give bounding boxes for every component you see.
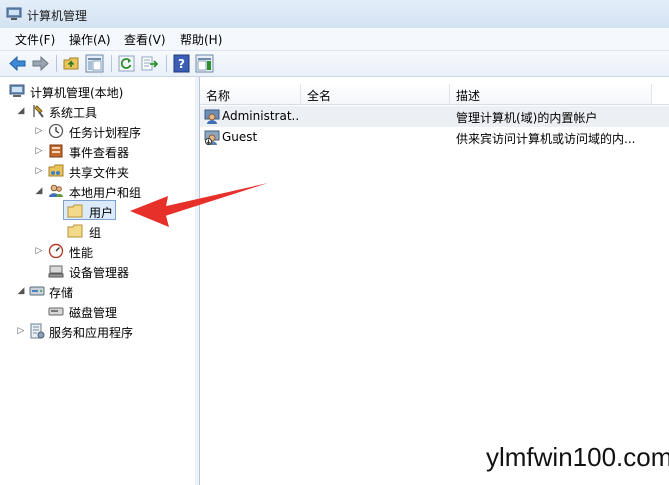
- tree-node-local-users-groups[interactable]: ◢ 本地用户和组: [0, 181, 195, 201]
- disk-management-icon: [48, 307, 64, 316]
- folder-icon: [67, 224, 83, 238]
- tree-label: 服务和应用程序: [49, 326, 134, 340]
- help-icon[interactable]: ?: [172, 54, 191, 73]
- tree-node-computer-management[interactable]: 计算机管理(本地): [0, 81, 195, 101]
- users-group-icon: [49, 184, 63, 197]
- expand-arrow-icon[interactable]: ▷: [16, 321, 26, 341]
- services-icon: [30, 323, 45, 339]
- collapse-arrow-icon[interactable]: ◢: [34, 181, 44, 201]
- column-header-fullname[interactable]: 全名: [301, 84, 450, 105]
- user-name-cell: Administrat...: [222, 109, 300, 123]
- window-title: 计算机管理: [27, 9, 88, 23]
- toolbar-separator: [166, 55, 167, 72]
- back-arrow-icon[interactable]: [8, 54, 27, 73]
- tree-node-disk-management[interactable]: 磁盘管理: [0, 301, 195, 321]
- tree-label: 磁盘管理: [69, 306, 118, 320]
- forward-arrow-icon[interactable]: [31, 54, 50, 73]
- collapse-arrow-icon[interactable]: ◢: [16, 281, 26, 301]
- tree-label: 设备管理器: [69, 266, 130, 280]
- tree-node-users[interactable]: 用户: [0, 201, 195, 221]
- list-item[interactable]: Administrat... 管理计算机(域)的内置帐户: [200, 106, 669, 127]
- menu-bar: 文件(F) 操作(A) 查看(V) 帮助(H): [0, 28, 669, 51]
- tree-node-storage[interactable]: ◢ 存储: [0, 281, 195, 301]
- folder-icon: [67, 204, 83, 218]
- svg-text:?: ?: [178, 57, 185, 71]
- list-item[interactable]: Guest 供来宾访问计算机或访问域的内...: [200, 127, 669, 148]
- menu-help[interactable]: 帮助(H): [180, 31, 222, 48]
- action-pane-icon[interactable]: [195, 54, 214, 73]
- toolbar-separator: [111, 55, 112, 72]
- clock-icon: [48, 123, 64, 139]
- tree-node-event-viewer[interactable]: ▷ 事件查看器: [0, 141, 195, 161]
- computer-management-icon: [6, 7, 22, 20]
- menu-view[interactable]: 查看(V): [124, 31, 166, 48]
- computer-management-icon: [9, 84, 25, 97]
- refresh-icon[interactable]: [117, 54, 136, 73]
- show-hide-tree-icon[interactable]: [85, 54, 104, 73]
- user-description-cell: 管理计算机(域)的内置帐户: [456, 111, 598, 125]
- toolbar: ?: [0, 51, 669, 77]
- column-header-description[interactable]: 描述: [450, 84, 652, 105]
- tree-node-performance[interactable]: ▷ 性能: [0, 241, 195, 261]
- column-header-label: 描述: [456, 89, 481, 103]
- expand-arrow-icon[interactable]: ▷: [34, 121, 44, 141]
- disabled-user-icon: [204, 130, 220, 145]
- tree-label: 计算机管理(本地): [30, 86, 124, 100]
- title-bar: 计算机管理: [0, 0, 669, 29]
- toolbar-separator: [56, 55, 57, 72]
- watermark: ylmfwin100.com: [486, 442, 669, 472]
- user-description-cell: 供来宾访问计算机或访问域的内...: [456, 132, 636, 146]
- up-folder-icon[interactable]: [62, 54, 81, 73]
- tree-label: 事件查看器: [69, 146, 130, 160]
- header-divider: [200, 104, 669, 105]
- expand-arrow-icon[interactable]: ▷: [34, 141, 44, 161]
- tools-icon: [33, 105, 44, 118]
- tree-node-shared-folders[interactable]: ▷ 共享文件夹: [0, 161, 195, 181]
- export-list-icon[interactable]: [140, 54, 159, 73]
- tree-node-task-scheduler[interactable]: ▷ 任务计划程序: [0, 121, 195, 141]
- collapse-arrow-icon[interactable]: ◢: [16, 101, 26, 121]
- storage-icon: [29, 286, 45, 296]
- performance-icon: [48, 243, 64, 259]
- tree-label: 存储: [49, 286, 74, 300]
- menu-file[interactable]: 文件(F): [15, 31, 55, 48]
- column-header-label: 名称: [206, 89, 231, 103]
- user-account-icon: [204, 109, 220, 124]
- column-header-name[interactable]: 名称: [200, 84, 301, 105]
- tree-label: 组: [89, 226, 102, 240]
- tree-label: 用户: [89, 206, 114, 220]
- tree-node-services-apps[interactable]: ▷ 服务和应用程序: [0, 321, 195, 341]
- tree-label: 共享文件夹: [69, 166, 130, 180]
- column-header-label: 全名: [307, 89, 332, 103]
- tree-label: 本地用户和组: [69, 186, 142, 200]
- tree-node-system-tools[interactable]: ◢ 系统工具: [0, 101, 195, 121]
- expand-arrow-icon[interactable]: ▷: [34, 241, 44, 261]
- menu-action[interactable]: 操作(A): [69, 31, 111, 48]
- expand-arrow-icon[interactable]: ▷: [34, 161, 44, 181]
- event-viewer-icon: [49, 144, 63, 158]
- device-manager-icon: [48, 265, 64, 278]
- tree-label: 性能: [69, 246, 94, 260]
- user-name-cell: Guest: [222, 130, 258, 144]
- tree-node-device-manager[interactable]: 设备管理器: [0, 261, 195, 281]
- tree-label: 系统工具: [49, 106, 98, 120]
- tree-node-groups[interactable]: 组: [0, 221, 195, 241]
- shared-folder-icon: [48, 164, 64, 177]
- tree-label: 任务计划程序: [69, 126, 142, 140]
